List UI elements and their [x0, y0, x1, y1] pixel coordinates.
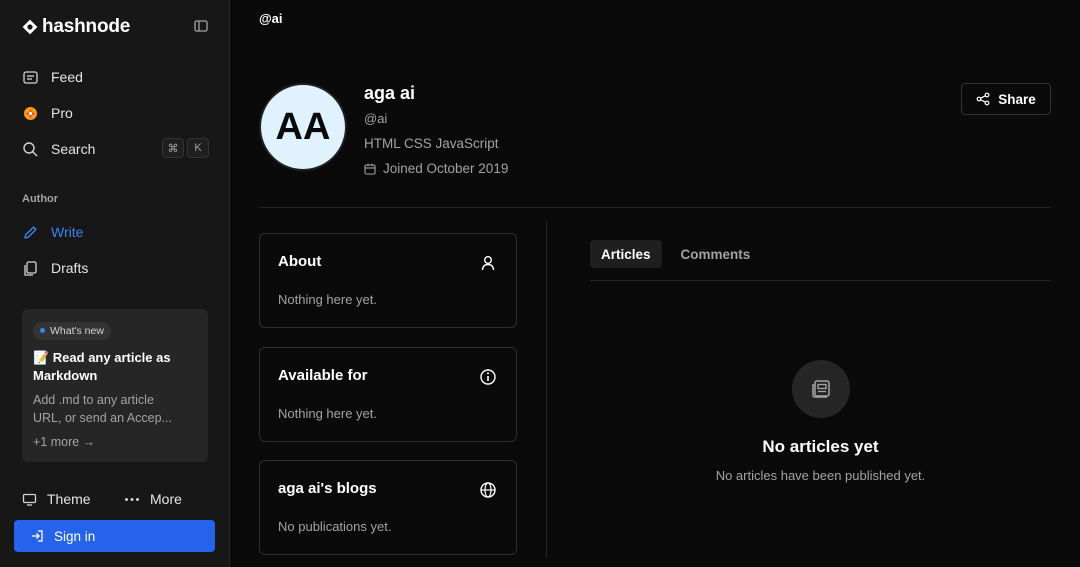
whats-new-desc-line: URL, or send an Accep...: [33, 410, 172, 425]
brand-name: hashnode: [42, 16, 131, 37]
sidebar-item-feed[interactable]: Feed: [22, 67, 83, 87]
pro-icon: [22, 105, 39, 122]
avatar: AA: [259, 83, 347, 171]
page-title: @ai: [259, 11, 283, 26]
user-icon: [481, 256, 495, 271]
whats-new-card[interactable]: What's new 📝 Read any article as Markdow…: [22, 309, 208, 462]
divider: [590, 280, 1051, 281]
theme-button[interactable]: Theme: [22, 491, 91, 507]
sign-in-button[interactable]: Sign in: [14, 520, 215, 552]
profile-handle: @ai: [364, 111, 388, 126]
divider: [546, 221, 547, 557]
profile-tagline: HTML CSS JavaScript: [364, 136, 499, 151]
status-dot: [40, 328, 45, 333]
feed-icon: [22, 69, 39, 86]
hashnode-logo-icon: [22, 19, 38, 35]
empty-state-subtitle: No articles have been published yet.: [715, 468, 926, 483]
whats-new-title: 📝 Read any article as Markdown: [33, 349, 171, 383]
sign-in-icon: [32, 530, 43, 542]
profile-joined: Joined October 2019: [364, 161, 508, 176]
whats-new-badge-label: What's new: [50, 324, 104, 337]
more-dots-icon: [125, 497, 139, 501]
brand-logo[interactable]: hashnode: [22, 16, 130, 38]
shortcut-key-cmd: ⌘: [162, 138, 184, 158]
theme-label: Theme: [47, 491, 91, 507]
card-body: Nothing here yet.: [278, 406, 378, 421]
search-icon: [22, 141, 39, 158]
collapse-sidebar-button[interactable]: [194, 19, 210, 35]
available-for-card: Available for Nothing here yet.: [259, 347, 517, 442]
sidebar-toggle-icon: [194, 20, 208, 32]
sidebar-item-label: Feed: [51, 69, 83, 85]
whats-new-badge: What's new: [33, 321, 111, 340]
joined-date: Joined October 2019: [383, 161, 509, 176]
sidebar-item-write[interactable]: Write: [22, 222, 83, 242]
shortcut-key-k: K: [187, 138, 209, 158]
author-section-label: Author: [22, 193, 59, 205]
more-label: More: [150, 491, 182, 507]
share-icon: [976, 92, 990, 106]
content-tabs: Articles Comments: [590, 240, 761, 268]
globe-icon: [480, 482, 496, 498]
drafts-icon: [22, 260, 39, 277]
sidebar-item-label: Search: [51, 141, 96, 157]
sidebar-item-label: Drafts: [51, 260, 89, 276]
divider: [259, 207, 1051, 208]
tab-comments[interactable]: Comments: [670, 240, 762, 268]
about-card: About Nothing here yet.: [259, 233, 517, 328]
sidebar-item-label: Write: [51, 224, 84, 240]
card-body: No publications yet.: [278, 519, 392, 534]
card-title: aga ai's blogs: [278, 480, 377, 497]
sidebar-item-search[interactable]: Search: [22, 139, 95, 159]
empty-state-title: No articles yet: [762, 437, 879, 456]
calendar-icon: [364, 163, 376, 175]
share-label: Share: [998, 91, 1036, 107]
sidebar-item-drafts[interactable]: Drafts: [22, 258, 88, 278]
sidebar-item-label: Pro: [51, 105, 73, 121]
more-button[interactable]: More: [124, 491, 182, 507]
info-icon: [480, 369, 496, 385]
tab-articles[interactable]: Articles: [590, 240, 662, 268]
card-body: Nothing here yet.: [278, 292, 378, 307]
share-button[interactable]: Share: [961, 83, 1051, 115]
whats-new-desc-line: Add .md to any article: [33, 392, 154, 407]
blogs-card: aga ai's blogs No publications yet.: [259, 460, 517, 555]
pen-icon: [22, 224, 39, 241]
monitor-icon: [22, 493, 37, 506]
sidebar: hashnode Feed Pro Search ⌘ K Author Writ…: [0, 0, 230, 567]
sidebar-item-pro[interactable]: Pro: [22, 103, 73, 123]
whats-new-more-link[interactable]: +1 more →: [33, 435, 197, 449]
card-title: Available for: [278, 367, 368, 384]
articles-icon: [812, 380, 830, 398]
card-title: About: [278, 253, 322, 270]
profile-name: aga ai: [364, 83, 416, 103]
whats-new-description: Add .md to any article URL, or send an A…: [33, 391, 197, 427]
sign-in-label: Sign in: [54, 528, 96, 544]
empty-state-illustration: [792, 360, 850, 418]
